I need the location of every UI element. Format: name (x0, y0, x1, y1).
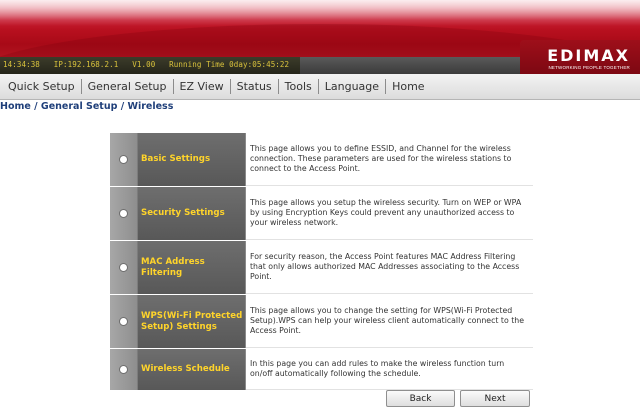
option-description: For security reason, the Access Point fe… (250, 252, 520, 281)
option-description-cell: This page allows you to define ESSID, an… (246, 133, 533, 186)
option-title: Wireless Schedule (141, 364, 230, 375)
option-description-cell: In this page you can add rules to make t… (246, 349, 533, 390)
option-row-wps-settings: WPS(Wi-Fi Protected Setup) Settings This… (110, 295, 533, 348)
nav-quick-setup[interactable]: Quick Setup (2, 79, 81, 95)
nav-status[interactable]: Status (231, 79, 278, 95)
wireless-options-table: Basic Settings This page allows you to d… (110, 133, 533, 391)
option-title-cell: MAC Address Filtering (138, 241, 246, 294)
radio-cell (110, 295, 138, 348)
radio-wireless-schedule[interactable] (119, 365, 128, 374)
option-description-cell: This page allows you setup the wireless … (246, 187, 533, 240)
back-button[interactable]: Back (386, 390, 455, 407)
option-title: WPS(Wi-Fi Protected Setup) Settings (141, 311, 243, 332)
radio-cell (110, 187, 138, 240)
option-title-cell: Basic Settings (138, 133, 246, 186)
radio-wps-settings[interactable] (119, 317, 128, 326)
brand-logo: EDIMAX (547, 46, 630, 65)
nav-language[interactable]: Language (319, 79, 385, 95)
radio-security-settings[interactable] (119, 209, 128, 218)
radio-cell (110, 133, 138, 186)
breadcrumb: Home / General Setup / Wireless (0, 101, 174, 112)
option-title-cell: WPS(Wi-Fi Protected Setup) Settings (138, 295, 246, 348)
option-row-wireless-schedule: Wireless Schedule In this page you can a… (110, 349, 533, 390)
nav-tools[interactable]: Tools (279, 79, 318, 95)
radio-cell (110, 241, 138, 294)
nav-general-setup[interactable]: General Setup (82, 79, 173, 95)
option-description: This page allows you setup the wireless … (250, 198, 522, 227)
option-row-basic-settings: Basic Settings This page allows you to d… (110, 133, 533, 186)
nav-home[interactable]: Home (386, 79, 430, 95)
status-bar-left: 14:34:38 IP:192.168.2.1 V1.00 Running Ti… (0, 57, 300, 74)
main-nav: Quick Setup General Setup EZ View Status… (0, 74, 640, 100)
option-title: Security Settings (141, 208, 225, 219)
radio-mac-filtering[interactable] (119, 263, 128, 272)
option-row-mac-filtering: MAC Address Filtering For security reaso… (110, 241, 533, 294)
radio-cell (110, 349, 138, 390)
option-description-cell: This page allows you to change the setti… (246, 295, 533, 348)
nav-ez-view[interactable]: EZ View (174, 79, 230, 95)
status-text: 14:34:38 IP:192.168.2.1 V1.00 Running Ti… (3, 60, 290, 69)
radio-basic-settings[interactable] (119, 155, 128, 164)
option-title: MAC Address Filtering (141, 257, 205, 278)
banner-highlight (0, 0, 640, 26)
option-row-security-settings: Security Settings This page allows you s… (110, 187, 533, 240)
option-description-cell: For security reason, the Access Point fe… (246, 241, 533, 294)
option-description: This page allows you to change the setti… (250, 306, 525, 335)
option-description: In this page you can add rules to make t… (250, 359, 505, 378)
next-button[interactable]: Next (460, 390, 530, 407)
option-title-cell: Security Settings (138, 187, 246, 240)
brand-tagline: NETWORKING PEOPLE TOGETHER (548, 65, 630, 70)
option-title-cell: Wireless Schedule (138, 349, 246, 390)
option-title: Basic Settings (141, 154, 211, 165)
option-description: This page allows you to define ESSID, an… (250, 144, 512, 173)
